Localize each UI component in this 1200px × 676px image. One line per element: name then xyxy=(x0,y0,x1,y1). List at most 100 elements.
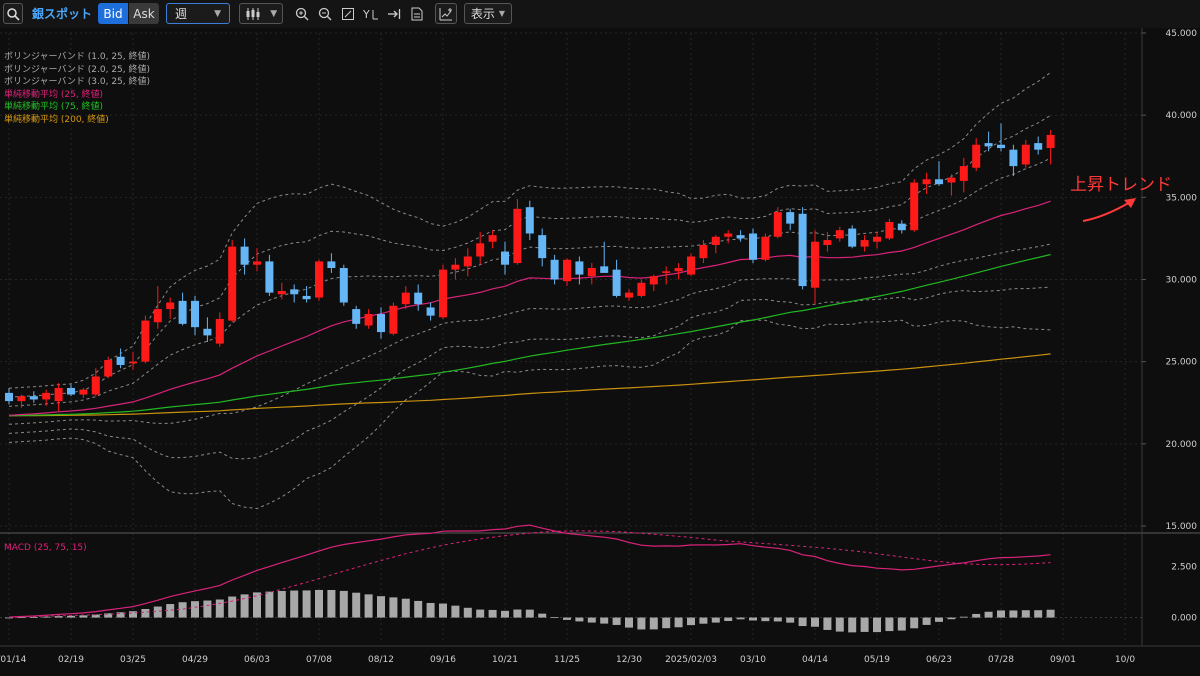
candle-body xyxy=(265,261,274,293)
search-icon[interactable] xyxy=(3,3,23,24)
date-tick-label: 09/16 xyxy=(430,655,456,665)
chevron-down-icon: ▼ xyxy=(498,9,506,18)
candle-body xyxy=(910,182,919,231)
candle-body xyxy=(377,314,385,333)
candle-body xyxy=(488,235,497,242)
candle-body xyxy=(773,212,782,237)
legend-item: 単純移動平均 (25, 終値) xyxy=(4,89,104,100)
candle-body xyxy=(625,292,633,298)
candle-body xyxy=(563,259,571,282)
period-select[interactable]: 週 ▼ xyxy=(166,3,230,24)
candle-body xyxy=(339,267,348,303)
date-tick-label: 03/25 xyxy=(120,655,146,665)
candle-body xyxy=(972,144,981,168)
macd-histogram-bar xyxy=(377,596,385,618)
macd-histogram-bar xyxy=(129,611,137,618)
macd-histogram-bar xyxy=(662,617,671,629)
trend-annotation: 上昇トレンド xyxy=(1070,175,1172,195)
price-tick-label: 20.000 xyxy=(1166,440,1198,450)
macd-histogram-bar xyxy=(835,617,844,632)
candle-body xyxy=(1021,144,1030,165)
ask-button[interactable]: Ask xyxy=(129,3,159,24)
chevron-down-icon: ▼ xyxy=(270,8,278,19)
candle-body xyxy=(240,246,249,265)
zoom-out-icon[interactable] xyxy=(316,3,334,24)
macd-histogram-bar xyxy=(687,617,695,626)
add-indicator-icon[interactable] xyxy=(435,3,457,24)
document-icon[interactable] xyxy=(408,3,426,24)
candle-body xyxy=(786,212,795,224)
macd-histogram-bar xyxy=(141,608,150,618)
macd-histogram-bar xyxy=(823,617,832,630)
fit-screen-icon[interactable] xyxy=(339,3,357,24)
macd-histogram-bar xyxy=(29,617,38,618)
candle-body xyxy=(79,389,88,395)
macd-histogram-bar xyxy=(476,609,485,618)
candle-body xyxy=(885,221,894,239)
date-tick-label: 03/10 xyxy=(740,655,766,665)
zoom-in-icon[interactable] xyxy=(293,3,311,24)
macd-histogram-bar xyxy=(352,592,361,618)
macd-histogram-bar xyxy=(563,617,571,620)
macd-histogram-bar xyxy=(625,617,633,628)
price-tick-label: 15.000 xyxy=(1166,522,1198,532)
candle-body xyxy=(253,261,261,265)
candle-body xyxy=(873,236,881,242)
jump-to-latest-icon[interactable] xyxy=(385,3,403,24)
candle-body xyxy=(513,208,522,264)
macd-histogram-bar xyxy=(885,617,894,632)
macd-histogram-bar xyxy=(364,594,373,618)
toolbar: 銀スポット Bid Ask 週 ▼ ▼ Y 表示 ▼ xyxy=(0,0,1200,29)
candle-body xyxy=(761,236,770,260)
candle-body xyxy=(525,207,534,234)
bid-button[interactable]: Bid xyxy=(98,3,128,24)
macd-histogram-bar xyxy=(897,617,906,631)
candle-body xyxy=(166,302,175,310)
candle-body xyxy=(401,292,410,305)
candle-body xyxy=(724,233,733,237)
date-tick-label: 04/29 xyxy=(182,655,208,665)
macd-histogram-bar xyxy=(203,600,212,618)
chart-area[interactable]: 15.00020.00025.00030.00035.00040.00045.0… xyxy=(0,28,1200,676)
date-tick-label: 07/08 xyxy=(306,655,332,665)
candle-body xyxy=(600,266,609,273)
macd-histogram-bar xyxy=(228,596,237,618)
candle-body xyxy=(42,392,51,400)
macd-histogram-bar xyxy=(501,610,509,618)
chart-type-select[interactable]: ▼ xyxy=(239,3,283,24)
candle-body xyxy=(315,261,323,298)
display-menu-label: 表示 xyxy=(470,7,495,21)
macd-histogram-bar xyxy=(848,617,857,633)
macd-histogram-bar xyxy=(612,617,621,625)
candle-body xyxy=(947,177,956,183)
macd-histogram-bar xyxy=(315,589,323,618)
auto-scale-icon[interactable]: Y xyxy=(362,3,380,24)
macd-histogram-bar xyxy=(401,598,410,618)
candle-body xyxy=(662,271,671,273)
chart-background xyxy=(0,28,1200,676)
candle-body xyxy=(550,259,559,280)
candle-body xyxy=(141,320,150,362)
macd-histogram-bar xyxy=(984,611,993,618)
candle-body xyxy=(104,360,113,377)
macd-tick-label: 0.000 xyxy=(1171,614,1197,624)
date-tick-label: 05/19 xyxy=(864,655,890,665)
instrument-name[interactable]: 銀スポット xyxy=(32,3,92,24)
candle-body xyxy=(203,328,212,336)
candle-body xyxy=(439,269,447,318)
candle-body xyxy=(649,276,658,285)
date-tick-label: 02/19 xyxy=(58,655,84,665)
legend-item: ボリンジャーバンド (3.0, 25, 終値) xyxy=(4,77,151,87)
macd-histogram-bar xyxy=(191,601,199,618)
candle-body xyxy=(897,223,906,231)
macd-histogram-bar xyxy=(550,617,559,618)
macd-histogram-bar xyxy=(79,615,88,618)
macd-histogram-bar xyxy=(513,609,522,618)
macd-histogram-bar xyxy=(600,617,609,624)
macd-histogram-bar xyxy=(860,617,869,632)
macd-histogram-bar xyxy=(972,613,981,618)
macd-histogram-bar xyxy=(67,615,75,618)
macd-histogram-bar xyxy=(587,617,596,623)
display-menu-button[interactable]: 表示 ▼ xyxy=(464,3,512,24)
macd-histogram-bar xyxy=(5,617,13,619)
